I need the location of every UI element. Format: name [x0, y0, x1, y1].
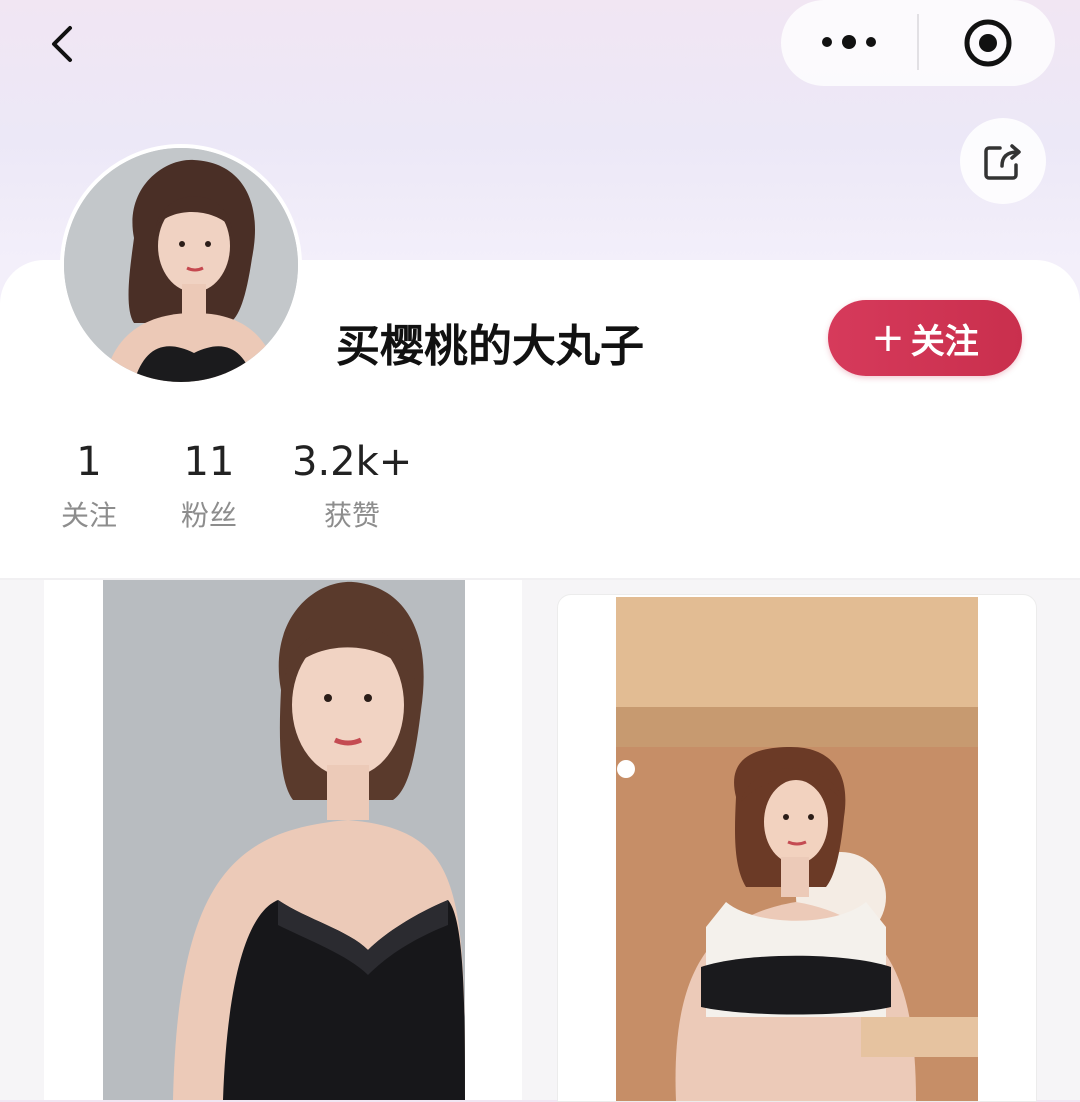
avatar[interactable]: [60, 144, 302, 386]
share-icon: [984, 144, 1021, 180]
post-card[interactable]: [44, 580, 522, 1100]
post-image: [616, 597, 978, 1101]
mini-program-capsule: [781, 0, 1055, 86]
follow-label: 关注: [910, 321, 979, 362]
stat-followers-label: 粉丝: [180, 499, 237, 532]
post-card[interactable]: [557, 594, 1037, 1102]
stat-following-count: 1: [76, 439, 102, 485]
stat-followers[interactable]: 11 粉丝: [172, 438, 246, 534]
share-button[interactable]: [960, 118, 1046, 204]
avatar-photo: [64, 148, 298, 382]
follow-plus: +: [871, 315, 905, 361]
stat-following[interactable]: 1 关注: [54, 438, 124, 534]
stat-likes-label: 获赞: [323, 499, 380, 532]
stat-followers-count: 11: [183, 439, 235, 485]
stat-likes-count: 3.2k+: [292, 439, 413, 485]
back-icon[interactable]: [40, 22, 84, 66]
post-image: [103, 580, 465, 1100]
capsule-divider: [917, 14, 919, 70]
stat-likes[interactable]: 3.2k+ 获赞: [292, 438, 412, 534]
follow-button[interactable]: + 关注: [828, 300, 1022, 376]
close-mini-program-icon[interactable]: [962, 17, 1014, 69]
stat-following-label: 关注: [60, 499, 117, 532]
profile-nickname: 买樱桃的大丸子: [336, 321, 644, 372]
more-dots-icon[interactable]: [819, 30, 879, 54]
